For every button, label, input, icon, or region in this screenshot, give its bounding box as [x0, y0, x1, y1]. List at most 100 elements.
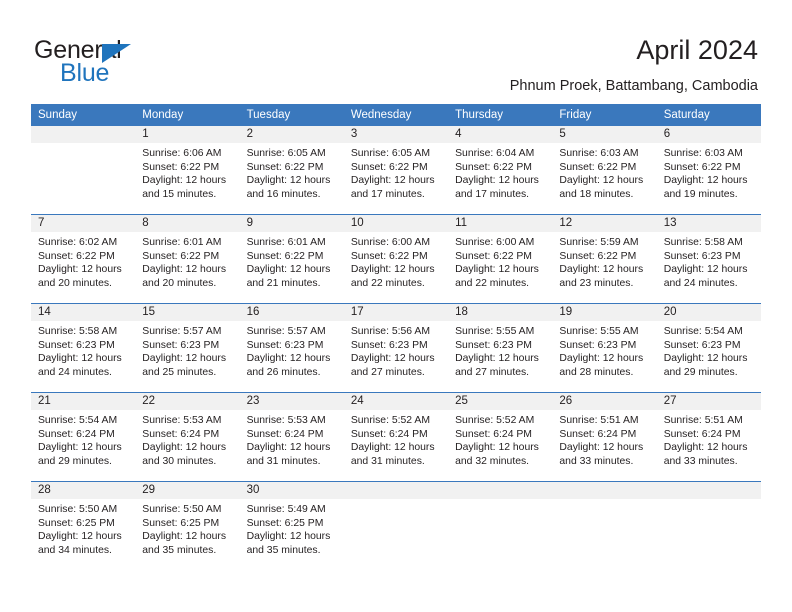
day-detail-line: Daylight: 12 hours: [350, 442, 435, 454]
calendar-week-row: 1 Sunrise: 6:06 AM Sunset: 6:22 PM Daylight…: [31, 126, 761, 214]
day-detail-line: and 21 minutes.: [246, 277, 321, 289]
day-number-band: [552, 482, 657, 499]
generalblue-logo[interactable]: General Blue: [34, 36, 234, 92]
day-cell-3[interactable]: 3 Sunrise: 6:05 AM Sunset: 6:22 PM Daylight…: [343, 126, 449, 214]
day-cell-13[interactable]: 13 Sunrise: 5:58 AM Sunset: 6:23 PM Dayligh…: [656, 215, 761, 303]
page-header: General Blue April 2024 Phnum Proek, Bat…: [0, 0, 792, 104]
day-number: 8: [142, 217, 149, 229]
day-cell-24[interactable]: 24 Sunrise: 5:52 AM Sunset: 6:24 PM Dayligh…: [343, 393, 449, 481]
day-details: Sunrise: 6:03 AM Sunset: 6:22 PM Daylight:…: [657, 143, 761, 201]
day-cell-10[interactable]: 10 Sunrise: 6:00 AM Sunset: 6:22 PM Dayligh…: [343, 215, 449, 303]
day-cell-27[interactable]: 27 Sunrise: 5:51 AM Sunset: 6:24 PM Dayligh…: [656, 393, 761, 481]
day-number: 13: [663, 217, 677, 229]
day-details: Sunrise: 5:52 AM Sunset: 6:24 PM Daylight:…: [344, 410, 448, 468]
day-cell-19[interactable]: 19 Sunrise: 5:55 AM Sunset: 6:23 PM Dayligh…: [552, 304, 657, 392]
day-number-band: 18: [448, 304, 553, 321]
day-details: Sunrise: 6:00 AM Sunset: 6:22 PM Daylight:…: [344, 232, 448, 290]
day-cell-21[interactable]: 21 Sunrise: 5:54 AM Sunset: 6:24 PM Dayligh…: [31, 393, 136, 481]
day-cell-2[interactable]: 2 Sunrise: 6:05 AM Sunset: 6:22 PM Daylight…: [239, 126, 344, 214]
day-details: [552, 499, 656, 503]
day-number: 21: [38, 395, 51, 407]
day-number: 11: [455, 217, 468, 229]
day-detail-line: Sunrise: 5:58 AM: [38, 326, 118, 337]
day-cell-28[interactable]: 28 Sunrise: 5:50 AM Sunset: 6:25 PM Dayligh…: [31, 482, 136, 570]
day-detail-line: and 17 minutes.: [455, 188, 530, 200]
weekday-header-saturday: Saturday: [663, 109, 710, 121]
day-number-band: 24: [343, 393, 449, 410]
day-details: Sunrise: 5:59 AM Sunset: 6:22 PM Daylight:…: [552, 232, 656, 290]
day-detail-line: and 29 minutes.: [38, 455, 112, 467]
day-cell-16[interactable]: 16 Sunrise: 5:57 AM Sunset: 6:23 PM Dayligh…: [239, 304, 344, 392]
day-cell-20[interactable]: 20 Sunrise: 5:54 AM Sunset: 6:23 PM Dayligh…: [656, 304, 761, 392]
day-number: 29: [142, 484, 156, 496]
day-detail-line: and 34 minutes.: [38, 544, 112, 556]
day-cell-empty: [448, 482, 553, 570]
day-detail-line: Daylight: 12 hours: [455, 175, 539, 187]
day-detail-line: Sunrise: 6:04 AM: [455, 148, 535, 159]
day-number-band: 9: [239, 215, 344, 232]
day-detail-line: Sunrise: 5:49 AM: [246, 504, 326, 515]
day-cell-14[interactable]: 14 Sunrise: 5:58 AM Sunset: 6:23 PM Dayligh…: [31, 304, 136, 392]
day-number-band: 29: [135, 482, 240, 499]
day-number: 2: [246, 128, 253, 140]
day-cell-empty: [656, 482, 761, 570]
day-detail-line: Sunset: 6:23 PM: [142, 339, 220, 351]
day-detail-line: Sunrise: 6:00 AM: [455, 237, 535, 248]
day-cell-5[interactable]: 5 Sunrise: 6:03 AM Sunset: 6:22 PM Daylight…: [552, 126, 657, 214]
day-cell-4[interactable]: 4 Sunrise: 6:04 AM Sunset: 6:22 PM Daylight…: [448, 126, 553, 214]
day-cell-15[interactable]: 15 Sunrise: 5:57 AM Sunset: 6:23 PM Dayligh…: [135, 304, 240, 392]
day-cell-23[interactable]: 23 Sunrise: 5:53 AM Sunset: 6:24 PM Dayligh…: [239, 393, 344, 481]
day-detail-line: Sunset: 6:24 PM: [350, 428, 428, 440]
day-details: Sunrise: 5:51 AM Sunset: 6:24 PM Daylight:…: [552, 410, 656, 468]
day-detail-line: and 16 minutes.: [246, 188, 321, 200]
day-detail-line: Sunset: 6:22 PM: [559, 250, 637, 262]
day-details: Sunrise: 5:54 AM Sunset: 6:23 PM Daylight:…: [657, 321, 761, 379]
day-cell-11[interactable]: 11 Sunrise: 6:00 AM Sunset: 6:22 PM Dayligh…: [448, 215, 553, 303]
day-cell-18[interactable]: 18 Sunrise: 5:55 AM Sunset: 6:23 PM Dayligh…: [448, 304, 553, 392]
day-detail-line: Sunset: 6:22 PM: [350, 250, 428, 262]
day-cell-6[interactable]: 6 Sunrise: 6:03 AM Sunset: 6:22 PM Daylight…: [656, 126, 761, 214]
day-number: 16: [246, 306, 260, 318]
weekday-header-row: Sunday Monday Tuesday Wednesday Thursday Frid…: [31, 104, 761, 126]
day-cell-1[interactable]: 1 Sunrise: 6:06 AM Sunset: 6:22 PM Daylight…: [135, 126, 240, 214]
day-cell-17[interactable]: 17 Sunrise: 5:56 AM Sunset: 6:23 PM Dayligh…: [343, 304, 449, 392]
day-cell-26[interactable]: 26 Sunrise: 5:51 AM Sunset: 6:24 PM Dayligh…: [552, 393, 657, 481]
day-number-band: 20: [656, 304, 761, 321]
day-cell-12[interactable]: 12 Sunrise: 5:59 AM Sunset: 6:22 PM Dayligh…: [552, 215, 657, 303]
day-cell-25[interactable]: 25 Sunrise: 5:52 AM Sunset: 6:24 PM Dayligh…: [448, 393, 553, 481]
day-number: 27: [663, 395, 677, 407]
day-number-band: 19: [552, 304, 657, 321]
calendar-week-row: 21 Sunrise: 5:54 AM Sunset: 6:24 PM Dayligh…: [31, 392, 761, 481]
day-cell-22[interactable]: 22 Sunrise: 5:53 AM Sunset: 6:24 PM Dayligh…: [135, 393, 240, 481]
weekday-header-thursday: Thursday: [455, 109, 504, 121]
day-detail-line: Sunrise: 5:53 AM: [246, 415, 326, 426]
day-details: Sunrise: 5:55 AM Sunset: 6:23 PM Daylight:…: [552, 321, 656, 379]
day-detail-line: Sunrise: 6:01 AM: [246, 237, 326, 248]
day-detail-line: Sunset: 6:24 PM: [142, 428, 220, 440]
day-detail-line: Daylight: 12 hours: [142, 264, 227, 276]
day-number-band: 13: [656, 215, 761, 232]
day-detail-line: Sunrise: 5:57 AM: [246, 326, 326, 337]
day-detail-line: Sunset: 6:23 PM: [455, 339, 532, 351]
day-cell-30[interactable]: 30 Sunrise: 5:49 AM Sunset: 6:25 PM Dayligh…: [239, 482, 344, 570]
day-detail-line: and 20 minutes.: [142, 277, 217, 289]
day-number-band: 28: [31, 482, 136, 499]
day-cell-8[interactable]: 8 Sunrise: 6:01 AM Sunset: 6:22 PM Daylight…: [135, 215, 240, 303]
page-title: April 2024: [636, 35, 758, 65]
day-number: 9: [246, 217, 253, 229]
day-cell-7[interactable]: 7 Sunrise: 6:02 AM Sunset: 6:22 PM Daylight…: [31, 215, 136, 303]
day-details: Sunrise: 6:01 AM Sunset: 6:22 PM Daylight:…: [240, 232, 344, 290]
day-detail-line: Sunset: 6:23 PM: [559, 339, 637, 351]
day-cell-29[interactable]: 29 Sunrise: 5:50 AM Sunset: 6:25 PM Dayligh…: [135, 482, 240, 570]
day-detail-line: Daylight: 12 hours: [455, 442, 539, 454]
day-cell-9[interactable]: 9 Sunrise: 6:01 AM Sunset: 6:22 PM Daylight…: [239, 215, 344, 303]
logo-text-blue: Blue: [60, 59, 110, 87]
day-detail-line: Daylight: 12 hours: [246, 442, 331, 454]
day-detail-line: Sunrise: 6:03 AM: [663, 148, 743, 159]
day-detail-line: Sunrise: 5:51 AM: [559, 415, 639, 426]
day-detail-line: Daylight: 12 hours: [663, 264, 748, 276]
day-detail-line: Daylight: 12 hours: [142, 531, 227, 543]
day-number: 3: [350, 128, 358, 140]
day-details: Sunrise: 5:58 AM Sunset: 6:23 PM Daylight:…: [657, 232, 761, 290]
day-details: [31, 143, 135, 147]
